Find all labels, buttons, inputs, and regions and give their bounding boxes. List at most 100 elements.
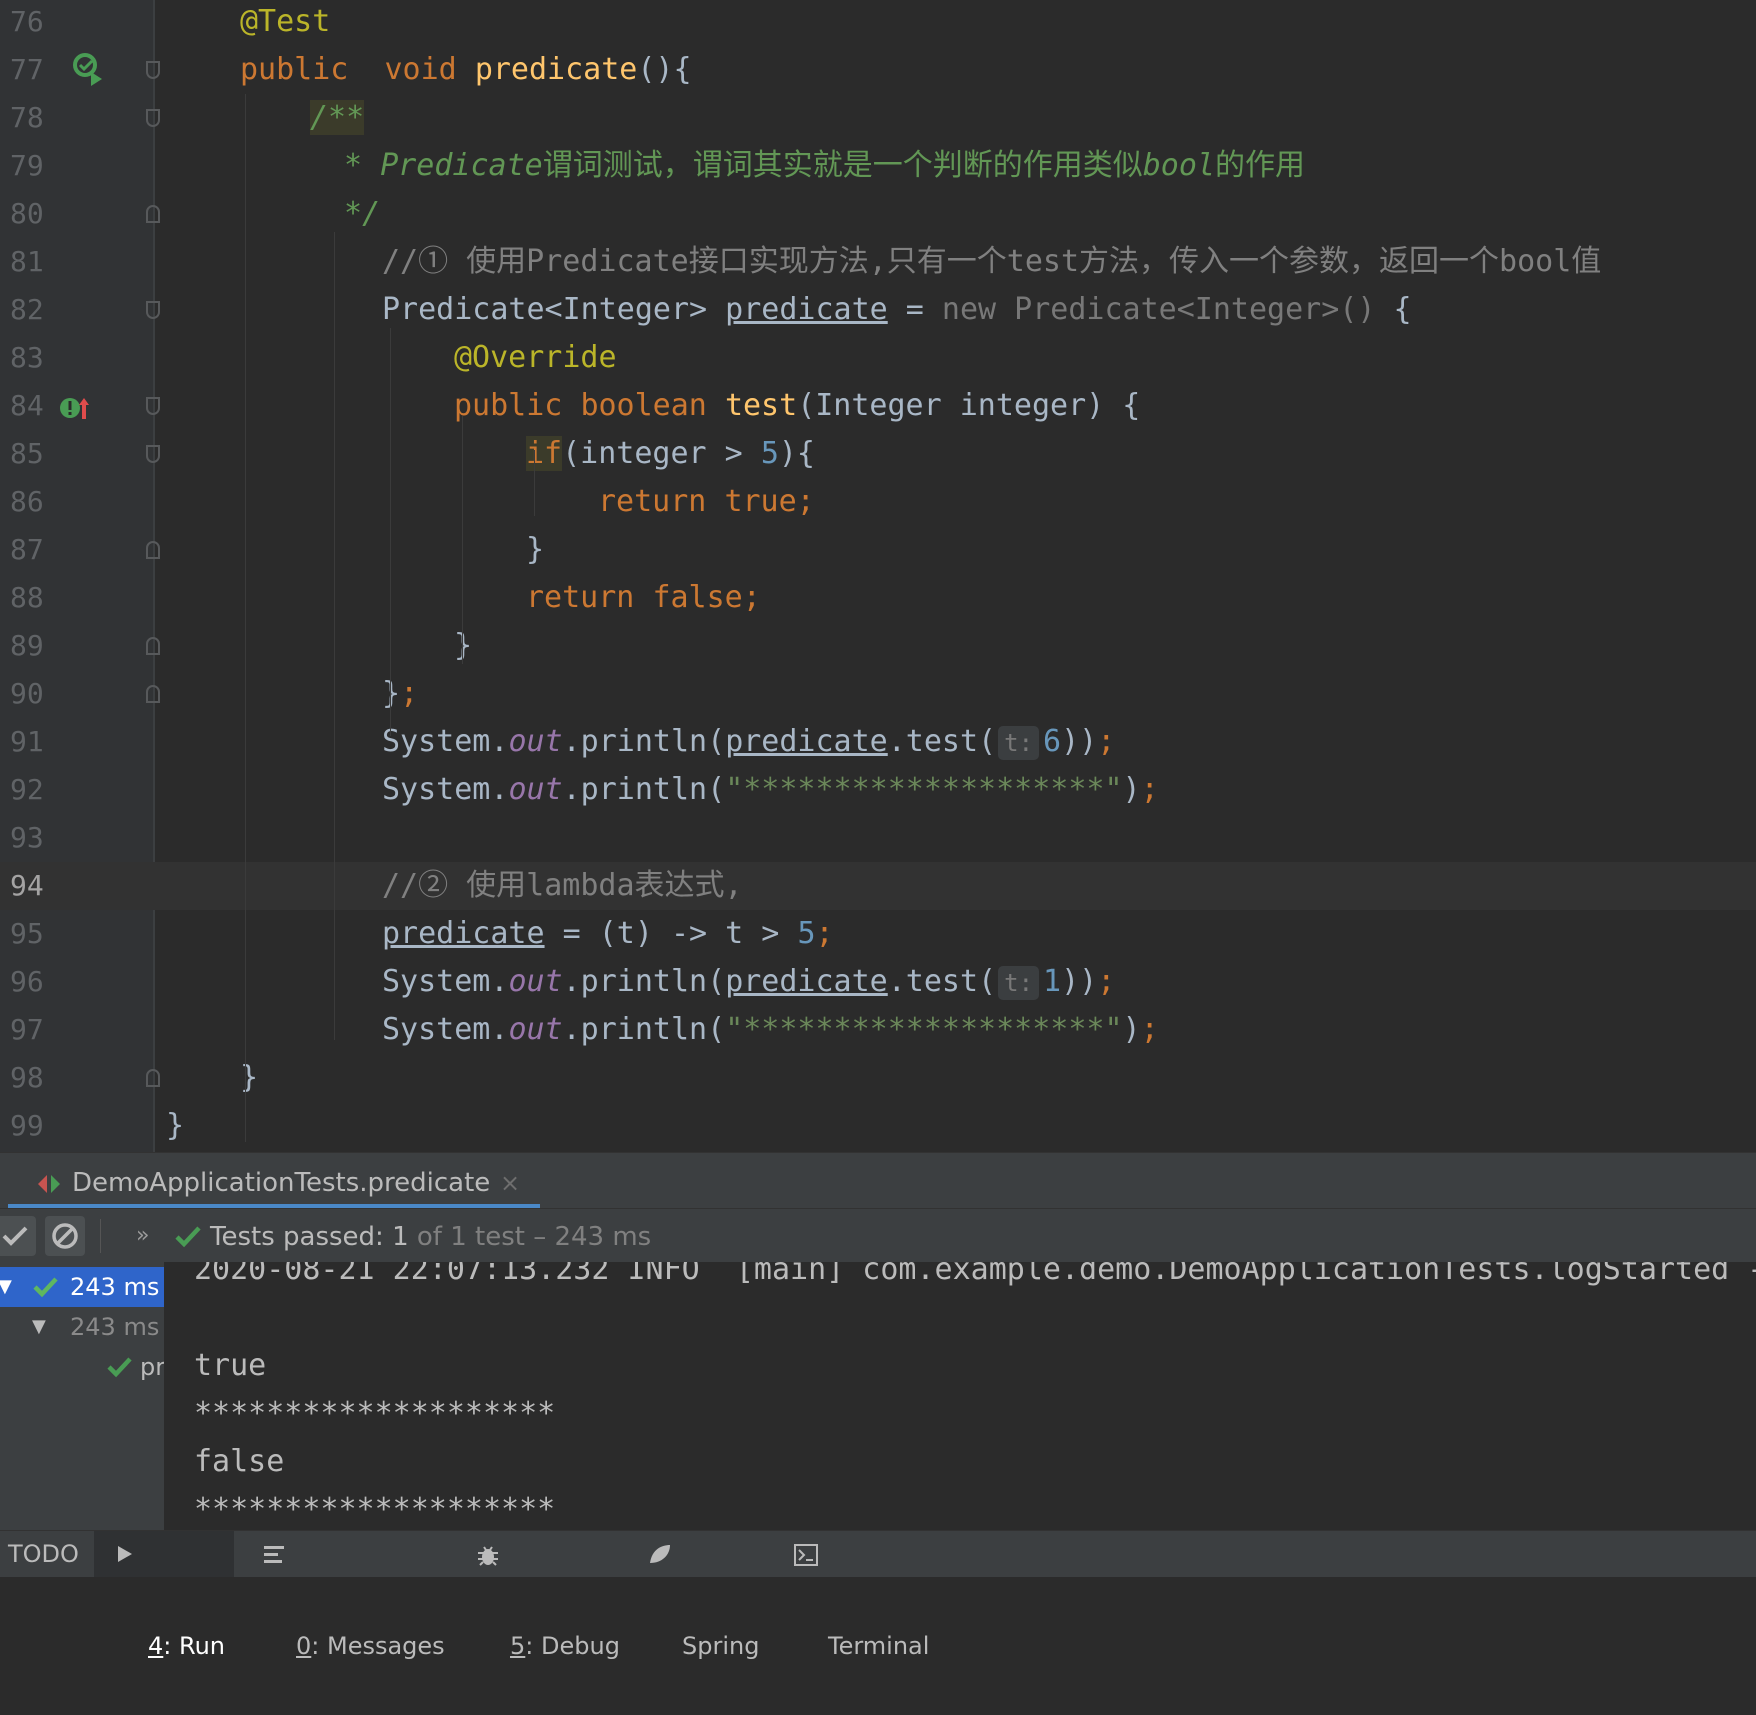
line-number[interactable]: 84 [10, 382, 44, 430]
code-line-81[interactable]: 81 //① 使用Predicate接口实现方法,只有一个test方法，传入一个参… [0, 238, 1756, 286]
tree-row-label: 243 ms [70, 1273, 160, 1301]
indent-guide [462, 416, 463, 664]
more-actions-icon[interactable]: » [136, 1209, 149, 1263]
code-line-98[interactable]: 98} [0, 1054, 1756, 1102]
line-number[interactable]: 86 [10, 478, 44, 526]
line-number[interactable]: 93 [10, 814, 44, 862]
run-tool-button[interactable]: 4: Run [94, 1531, 234, 1660]
code-text: //② 使用lambda表达式, [382, 862, 743, 910]
code-token: (Integer integer) { [797, 388, 1141, 423]
code-line-77[interactable]: 77 public void predicate(){ [0, 46, 1756, 94]
code-token: )) [1061, 964, 1098, 999]
fold-toggle-icon[interactable] [146, 1069, 160, 1087]
code-line-92[interactable]: 92 System.out.println("******************… [0, 766, 1756, 814]
expand-arrow-icon[interactable]: ▼ [0, 1267, 12, 1307]
line-number[interactable]: 98 [10, 1054, 44, 1102]
code-line-79[interactable]: 79 * Predicate谓词测试，谓词其实就是一个判断的作用类似bool的作… [0, 142, 1756, 190]
code-token: void [384, 52, 457, 87]
line-number[interactable]: 88 [10, 574, 44, 622]
line-number[interactable]: 91 [10, 718, 44, 766]
line-number[interactable]: 76 [10, 0, 44, 46]
fold-toggle-icon[interactable] [146, 61, 160, 79]
line-number[interactable]: 81 [10, 238, 44, 286]
code-token: System. [382, 1012, 509, 1047]
line-number[interactable]: 97 [10, 1006, 44, 1054]
show-passed-button[interactable] [0, 1216, 36, 1256]
code-line-95[interactable]: 95 predicate = (t) -> t > 5; [0, 910, 1756, 958]
fold-toggle-icon[interactable] [146, 397, 160, 415]
test-tree[interactable]: ▼ 243 ms ▼ 243 ms pr [0, 1262, 164, 1530]
code-line-89[interactable]: 89} [0, 622, 1756, 670]
code-line-85[interactable]: 85 if(integer > 5){ [0, 430, 1756, 478]
line-number[interactable]: 87 [10, 526, 44, 574]
fold-toggle-icon[interactable] [146, 301, 160, 319]
line-number[interactable]: 95 [10, 910, 44, 958]
line-number[interactable]: 80 [10, 190, 44, 238]
line-number[interactable]: 85 [10, 430, 44, 478]
code-token: new Predicate<Integer>() [941, 292, 1376, 327]
code-line-94[interactable]: 94 //② 使用lambda表达式, [0, 862, 1756, 910]
code-line-82[interactable]: 82 Predicate<Integer> predicate = new Pre… [0, 286, 1756, 334]
fold-toggle-icon[interactable] [146, 205, 160, 223]
tree-row-root[interactable]: ▼ 243 ms [0, 1267, 164, 1307]
play-icon [118, 1546, 132, 1562]
line-number[interactable]: 94 [10, 862, 44, 910]
code-line-96[interactable]: 96 System.out.println(predicate.test(t: 1)… [0, 958, 1756, 1006]
tree-row-class[interactable]: ▼ 243 ms [0, 1307, 164, 1347]
line-number[interactable]: 79 [10, 142, 44, 190]
code-text: return false; [526, 574, 761, 622]
code-text: } [526, 526, 544, 574]
code-line-88[interactable]: 88 return false; [0, 574, 1756, 622]
fold-toggle-icon[interactable] [146, 685, 160, 703]
terminal-tool-button[interactable]: Terminal [794, 1531, 934, 1660]
line-number[interactable]: 99 [10, 1102, 44, 1150]
code-line-99[interactable]: 99} [0, 1102, 1756, 1150]
expand-arrow-icon[interactable]: ▼ [32, 1307, 46, 1347]
code-editor[interactable]: 76 @Test 77 public void predicate(){78 /** 79… [0, 0, 1756, 1152]
code-line-84[interactable]: 84 public boolean test(Integer integer) { [0, 382, 1756, 430]
code-line-78[interactable]: 78 /** [0, 94, 1756, 142]
tree-row-method[interactable]: pr [0, 1347, 164, 1387]
todo-tool-button[interactable]: TODO [8, 1531, 79, 1577]
passed-icon [33, 1277, 58, 1298]
check-icon [2, 1226, 28, 1246]
debug-tool-button[interactable]: 5: Debug [476, 1531, 620, 1660]
line-number[interactable]: 83 [10, 334, 44, 382]
line-number[interactable]: 77 [10, 46, 44, 94]
code-token: /** [310, 100, 365, 135]
show-ignored-button[interactable] [45, 1216, 85, 1256]
line-number[interactable]: 96 [10, 958, 44, 1006]
fold-toggle-icon[interactable] [146, 445, 160, 463]
fold-toggle-icon[interactable] [146, 541, 160, 559]
code-line-90[interactable]: 90}; [0, 670, 1756, 718]
code-token: ; [400, 676, 419, 711]
code-line-86[interactable]: 86 return true; [0, 478, 1756, 526]
run-test-icon[interactable] [72, 52, 106, 86]
line-number[interactable]: 89 [10, 622, 44, 670]
line-number[interactable]: 90 [10, 670, 44, 718]
code-line-76[interactable]: 76 @Test [0, 0, 1756, 46]
code-line-93[interactable]: 93 [0, 814, 1756, 862]
code-line-83[interactable]: 83 @Override [0, 334, 1756, 382]
fold-toggle-icon[interactable] [146, 109, 160, 127]
code-text: System.out.println(predicate.test(t: 6)); [382, 718, 1115, 766]
code-line-87[interactable]: 87} [0, 526, 1756, 574]
line-number[interactable]: 92 [10, 766, 44, 814]
code-token: } [240, 1060, 259, 1095]
messages-icon [264, 1546, 284, 1563]
tests-passed-text: Tests passed: 1 [210, 1222, 409, 1252]
code-token: Predicate [380, 148, 543, 183]
line-number[interactable]: 78 [10, 94, 44, 142]
code-line-97[interactable]: 97 System.out.println("******************… [0, 1006, 1756, 1054]
spring-tool-button[interactable]: Spring [648, 1531, 768, 1660]
console-output[interactable]: 2020-08-21 22:07:13.232 INFO [main] com.… [164, 1262, 1756, 1530]
messages-tool-button[interactable]: 0: Messages [262, 1531, 445, 1660]
fold-toggle-icon[interactable] [146, 637, 160, 655]
code-text: @Override [454, 334, 617, 382]
line-number[interactable]: 82 [10, 286, 44, 334]
code-token: 5 [797, 916, 816, 951]
run-tab[interactable]: DemoApplicationTests.predicate × [0, 1153, 540, 1209]
code-line-91[interactable]: 91 System.out.println(predicate.test(t: 6)… [0, 718, 1756, 766]
override-method-icon[interactable] [58, 392, 92, 426]
code-line-80[interactable]: 80 */ [0, 190, 1756, 238]
